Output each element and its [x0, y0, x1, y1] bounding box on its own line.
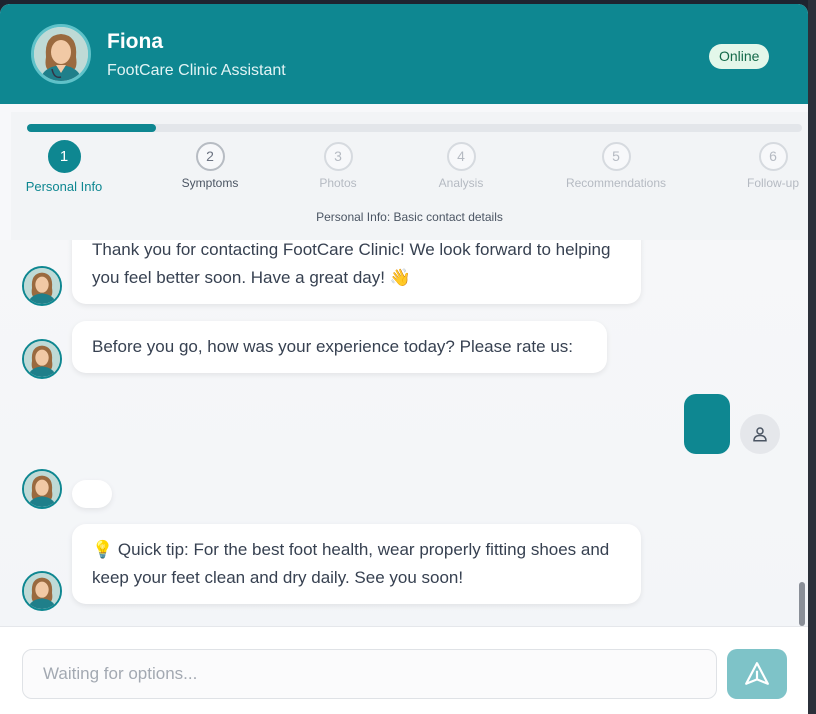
assistant-name: Fiona — [107, 30, 163, 53]
step-number: 2 — [195, 142, 225, 171]
bot-avatar — [22, 266, 62, 306]
step-label: Follow-up — [746, 176, 800, 190]
step-analysis[interactable]: 4 Analysis — [421, 142, 501, 190]
assistant-avatar — [31, 24, 91, 84]
step-symptoms[interactable]: 2 Symptoms — [170, 142, 250, 190]
scrollbar-track[interactable] — [808, 0, 816, 714]
send-icon — [745, 662, 769, 685]
bot-avatar — [22, 339, 62, 379]
chat-header: Fiona FootCare Clinic Assistant Online — [0, 4, 808, 104]
scrollbar-thumb[interactable] — [799, 582, 805, 626]
user-message — [684, 394, 730, 454]
chat-messages: Thank you for contacting FootCare Clinic… — [0, 240, 808, 626]
status-badge: Online — [709, 44, 770, 69]
step-recommendations[interactable]: 5 Recommendations — [556, 142, 676, 190]
step-photos[interactable]: 3 Photos — [298, 142, 378, 190]
progress-stepper: 1 Personal Info 2 Symptoms 3 Photos 4 An… — [11, 112, 808, 240]
chat-window: Fiona FootCare Clinic Assistant Online 1… — [0, 4, 808, 714]
step-personal-info[interactable]: 1 Personal Info — [19, 140, 109, 194]
progress-track — [27, 124, 802, 132]
step-follow-up[interactable]: 6 Follow-up — [743, 142, 803, 190]
bot-avatar — [22, 469, 62, 509]
step-label: Personal Info — [25, 179, 103, 194]
user-avatar — [740, 414, 780, 454]
message-input[interactable] — [22, 649, 717, 699]
bot-message: Thank you for contacting FootCare Clinic… — [72, 240, 641, 304]
step-label: Symptoms — [181, 176, 239, 190]
step-label: Analysis — [438, 176, 484, 190]
send-button[interactable] — [727, 649, 787, 699]
bot-message-empty — [72, 480, 112, 508]
assistant-subtitle: FootCare Clinic Assistant — [107, 62, 286, 79]
step-number: 3 — [323, 142, 353, 171]
step-caption: Personal Info: Basic contact details — [316, 210, 503, 224]
step-label: Photos — [319, 176, 357, 190]
user-icon — [753, 427, 767, 442]
step-number: 4 — [446, 142, 476, 171]
step-label: Recommendations — [565, 176, 667, 190]
bot-message: 💡 Quick tip: For the best foot health, w… — [72, 524, 641, 604]
step-number: 1 — [47, 140, 81, 173]
progress-fill — [27, 124, 157, 132]
step-number: 5 — [601, 142, 631, 171]
bot-message: Before you go, how was your experience t… — [72, 321, 607, 373]
message-composer — [0, 626, 808, 714]
step-number: 6 — [758, 142, 788, 171]
bot-avatar — [22, 571, 62, 611]
